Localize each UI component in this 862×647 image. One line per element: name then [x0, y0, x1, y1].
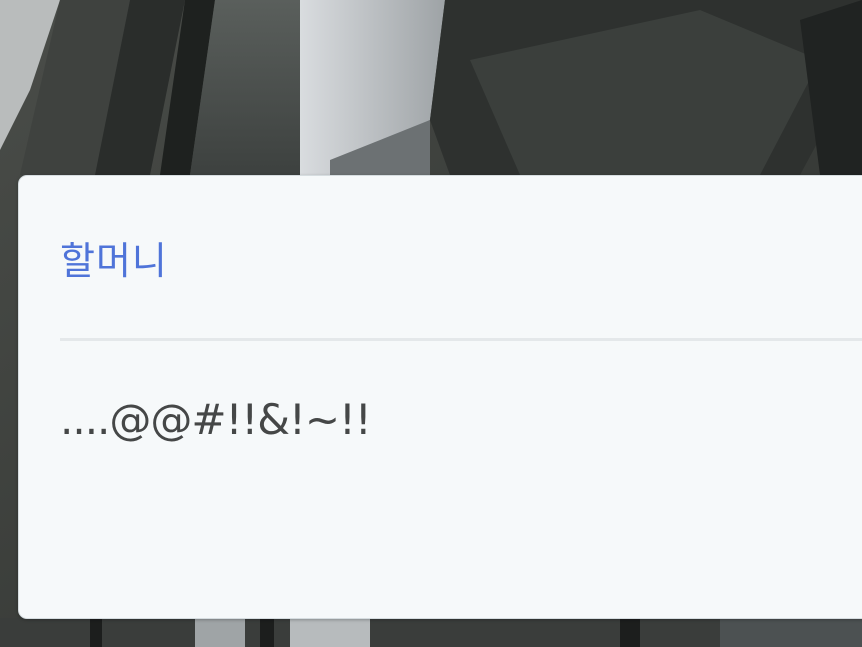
- dialog-text: ....@@#!!&!~!!: [60, 395, 372, 444]
- dialog-box[interactable]: 할머니 ....@@#!!&!~!!: [18, 175, 862, 619]
- name-divider: [60, 338, 862, 341]
- speaker-name: 할머니: [60, 239, 168, 283]
